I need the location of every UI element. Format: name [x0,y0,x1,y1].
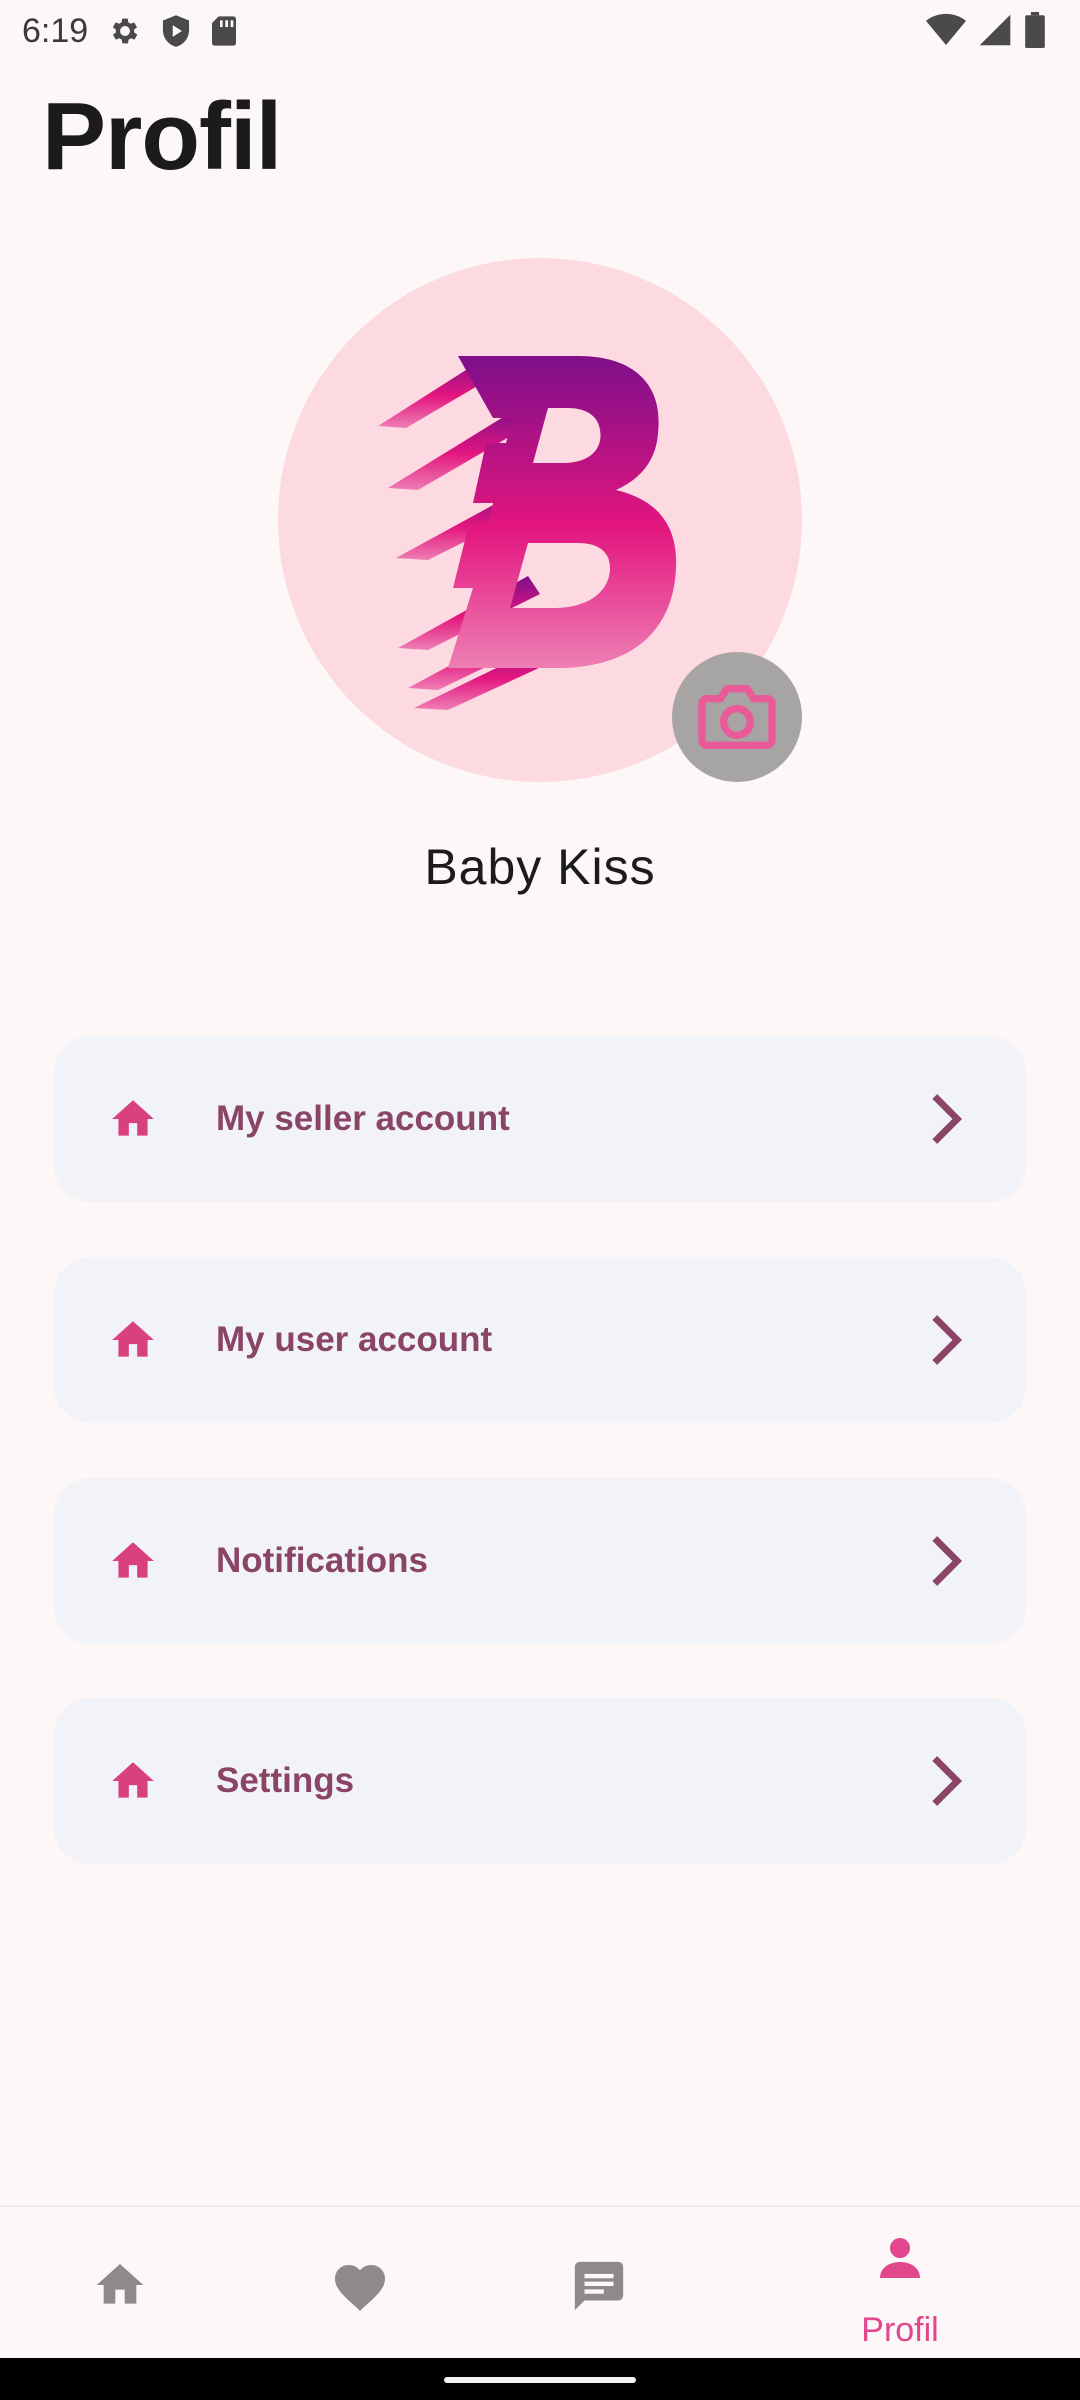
status-time: 6:19 [22,12,89,50]
battery-icon [1025,12,1045,48]
menu-item-label: My user account [216,1320,493,1359]
chevron-right-icon [932,1315,963,1365]
heart-icon [335,2265,385,2311]
menu-item-notifications[interactable]: Notifications [54,1478,1026,1644]
home-icon [112,1762,154,1798]
chevron-right-icon [932,1756,963,1806]
nav-tab-profil[interactable]: Profil [780,2207,1020,2360]
chevron-right-icon [932,1536,963,1586]
home-icon [96,2264,144,2304]
nav-tab-favorites[interactable] [240,2207,480,2360]
nav-tab-messages[interactable] [480,2207,720,2360]
home-icon [112,1542,154,1578]
menu-item-label: Notifications [216,1541,428,1580]
sd-card-icon [212,16,236,46]
shield-play-icon [162,15,190,47]
profile-screen: 6:19 Profil Baby Kiss My seller account … [0,0,1080,2400]
bottom-navigation: Profil [0,2205,1080,2358]
home-gesture-handle[interactable] [444,2377,636,2383]
camera-icon [698,685,776,749]
menu-item-user-account[interactable]: My user account [54,1257,1026,1423]
signal-icon [979,14,1011,46]
wifi-icon [926,13,966,46]
home-icon [112,1100,154,1136]
profile-name: Baby Kiss [424,839,656,895]
menu-item-seller-account[interactable]: My seller account [54,1036,1026,1202]
home-icon [112,1321,154,1357]
nav-tab-home[interactable] [0,2207,240,2360]
page-title: Profil [42,83,282,190]
chat-icon [574,2261,624,2311]
nav-tab-label: Profil [861,2311,939,2349]
change-photo-button[interactable] [672,652,802,782]
status-icons-left [108,14,238,48]
menu-item-label: My seller account [216,1099,510,1138]
person-icon [880,2238,920,2278]
chevron-right-icon [932,1094,963,1144]
gear-icon [112,18,138,44]
menu-item-settings[interactable]: Settings [54,1698,1026,1864]
status-icons-right [926,12,1046,48]
status-bar: 6:19 [0,0,1080,62]
menu-item-label: Settings [216,1761,355,1800]
